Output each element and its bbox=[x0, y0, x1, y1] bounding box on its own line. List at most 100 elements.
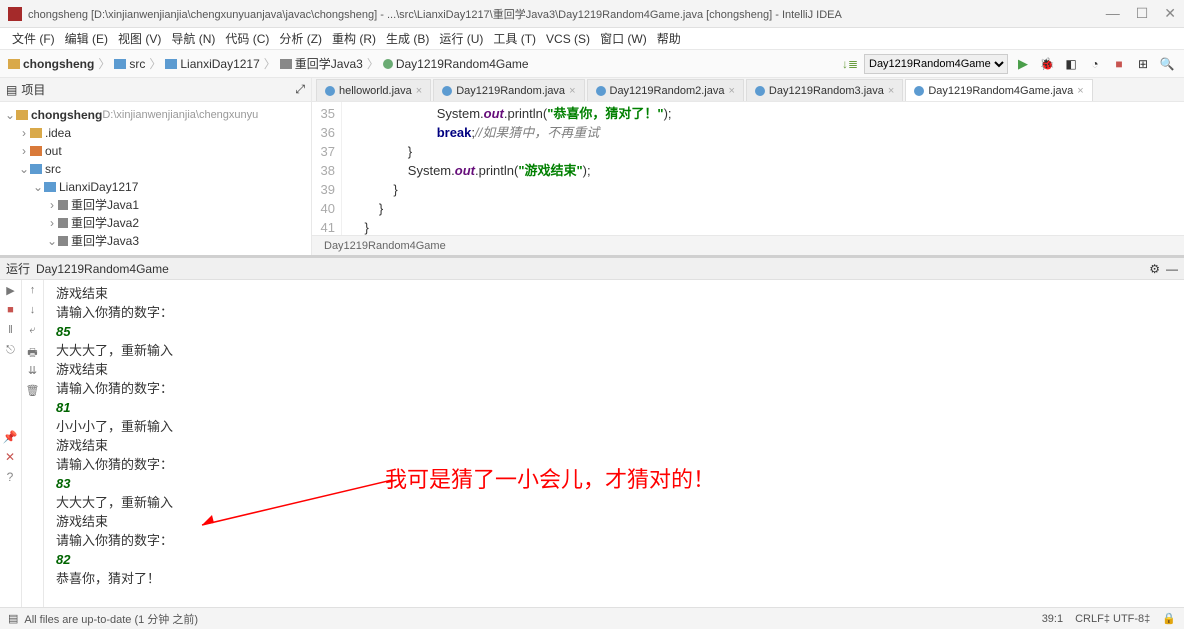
close-icon[interactable]: × bbox=[1077, 85, 1083, 97]
folder-icon bbox=[114, 59, 126, 69]
tab-random[interactable]: Day1219Random.java× bbox=[433, 79, 584, 101]
status-icon: ▤ bbox=[8, 612, 18, 625]
wrap-icon[interactable]: ⤶ bbox=[26, 324, 40, 338]
left-tool-strip: 📌 ✕ ? bbox=[0, 430, 20, 484]
crumb-pkg1[interactable]: LianxiDay1217 bbox=[180, 57, 259, 71]
close-icon[interactable]: × bbox=[569, 85, 575, 97]
folder-icon bbox=[16, 110, 28, 120]
minimize-icon[interactable]: — bbox=[1106, 5, 1120, 22]
run-panel: 运行 Day1219Random4Game ⚙ — ▶ ■ ‖ ⎋ ↑ ↓ ⤶ … bbox=[0, 255, 1184, 609]
help-icon[interactable]: ? bbox=[7, 470, 14, 484]
trash-icon[interactable]: 🗑 bbox=[26, 384, 40, 398]
close-icon[interactable]: × bbox=[888, 85, 894, 97]
class-icon bbox=[442, 86, 452, 96]
run-config-name: Day1219Random4Game bbox=[36, 262, 169, 276]
scroll-icon[interactable]: ⇊ bbox=[26, 364, 40, 378]
window-title: chongsheng [D:\xinjianwenjianjia\chengxu… bbox=[28, 6, 1106, 22]
status-bar: ▤ All files are up-to-date (1 分钟 之前) 39:… bbox=[0, 607, 1184, 629]
package-icon bbox=[58, 200, 68, 210]
package-icon bbox=[58, 236, 68, 246]
stop-icon[interactable]: ■ bbox=[4, 304, 18, 318]
console-output[interactable]: 游戏结束 请输入你猜的数字： 85 大大大了，重新输入 游戏结束 请输入你猜的数… bbox=[44, 280, 1184, 609]
class-icon bbox=[596, 86, 606, 96]
editor-tabs: helloworld.java× Day1219Random.java× Day… bbox=[312, 78, 1184, 102]
project-tab-icon: ▤ bbox=[6, 83, 17, 97]
profile-icon[interactable]: ◔ bbox=[1086, 55, 1104, 73]
menu-run[interactable]: 运行 (U) bbox=[435, 30, 487, 47]
maximize-icon[interactable]: ☐ bbox=[1136, 5, 1149, 22]
run-icon[interactable]: ▶ bbox=[1014, 55, 1032, 73]
lock-icon[interactable]: 🔒 bbox=[1162, 612, 1176, 625]
crumb-pkg2[interactable]: 重回学Java3 bbox=[295, 55, 363, 72]
folder-icon bbox=[30, 128, 42, 138]
app-icon bbox=[8, 7, 22, 21]
crumb-file[interactable]: Day1219Random4Game bbox=[396, 57, 529, 71]
class-icon bbox=[755, 86, 765, 96]
menu-analyze[interactable]: 分析 (Z) bbox=[275, 30, 326, 47]
code-editor[interactable]: 3536373839404142 System.out.println("恭喜你… bbox=[312, 102, 1184, 235]
run-config-select[interactable]: Day1219Random4Game bbox=[864, 54, 1008, 74]
menu-tools[interactable]: 工具 (T) bbox=[489, 30, 540, 47]
status-message: All files are up-to-date (1 分钟 之前) bbox=[24, 611, 198, 627]
menu-build[interactable]: 生成 (B) bbox=[382, 30, 433, 47]
crumb-project[interactable]: chongsheng bbox=[23, 57, 94, 71]
up-icon[interactable]: ↑ bbox=[26, 284, 40, 298]
structure-icon[interactable]: ⊞ bbox=[1134, 55, 1152, 73]
caret-position[interactable]: 39:1 bbox=[1042, 613, 1063, 625]
editor-pane: helloworld.java× Day1219Random.java× Day… bbox=[312, 78, 1184, 255]
exit-icon[interactable]: ⎋ bbox=[4, 344, 18, 358]
editor-breadcrumb[interactable]: Day1219Random4Game bbox=[312, 235, 1184, 255]
tab-random4game[interactable]: Day1219Random4Game.java× bbox=[905, 79, 1092, 101]
gear-icon[interactable]: ⚙ bbox=[1149, 262, 1160, 276]
rerun-icon[interactable]: ▶ bbox=[4, 284, 18, 298]
source[interactable]: System.out.println("恭喜你，猜对了！"); break;//… bbox=[342, 102, 1184, 235]
breadcrumbs: chongsheng〉 src〉 LianxiDay1217〉 重回学Java3… bbox=[8, 55, 842, 72]
tab-random2[interactable]: Day1219Random2.java× bbox=[587, 79, 744, 101]
search-icon[interactable]: 🔍 bbox=[1158, 55, 1176, 73]
pause-icon[interactable]: ‖ bbox=[4, 324, 18, 338]
title-bar: chongsheng [D:\xinjianwenjianjia\chengxu… bbox=[0, 0, 1184, 28]
project-sidebar: ▤ 项目 ⤢ ⌄chongsheng D:\xinjianwenjianjia\… bbox=[0, 78, 312, 255]
folder-icon bbox=[44, 182, 56, 192]
menu-vcs[interactable]: VCS (S) bbox=[542, 32, 594, 46]
debug-icon[interactable]: 🐞 bbox=[1038, 55, 1056, 73]
close-icon[interactable]: × bbox=[416, 85, 422, 97]
class-icon bbox=[325, 86, 335, 96]
encoding[interactable]: CRLF‡ UTF-8‡ bbox=[1075, 613, 1150, 625]
coverage-icon[interactable]: ◧ bbox=[1062, 55, 1080, 73]
tab-helloworld[interactable]: helloworld.java× bbox=[316, 79, 431, 101]
close-icon[interactable]: × bbox=[728, 85, 734, 97]
pin-icon[interactable]: 📌 bbox=[3, 430, 18, 444]
stop-icon[interactable]: ■ bbox=[1110, 55, 1128, 73]
package-icon bbox=[280, 59, 292, 69]
menu-navigate[interactable]: 导航 (N) bbox=[167, 30, 219, 47]
run-tab-label[interactable]: 运行 bbox=[6, 260, 30, 277]
folder-icon bbox=[30, 164, 42, 174]
gutter: 3536373839404142 bbox=[312, 102, 342, 235]
crumb-src[interactable]: src bbox=[129, 57, 145, 71]
menu-view[interactable]: 视图 (V) bbox=[114, 30, 165, 47]
class-icon bbox=[383, 59, 393, 69]
minimize-panel-icon[interactable]: — bbox=[1166, 262, 1178, 276]
print-icon[interactable]: 🖶 bbox=[26, 344, 40, 358]
menu-help[interactable]: 帮助 bbox=[653, 30, 685, 47]
collapse-icon[interactable]: ⤢ bbox=[295, 82, 305, 97]
menu-file[interactable]: 文件 (F) bbox=[8, 30, 59, 47]
package-icon bbox=[58, 218, 68, 228]
menu-refactor[interactable]: 重构 (R) bbox=[328, 30, 380, 47]
folder-icon bbox=[165, 59, 177, 69]
close-x-icon[interactable]: ✕ bbox=[5, 450, 15, 464]
nav-bar: chongsheng〉 src〉 LianxiDay1217〉 重回学Java3… bbox=[0, 50, 1184, 78]
project-tab-label[interactable]: 项目 bbox=[21, 81, 45, 98]
menu-edit[interactable]: 编辑 (E) bbox=[61, 30, 112, 47]
folder-icon bbox=[30, 146, 42, 156]
tab-random3[interactable]: Day1219Random3.java× bbox=[746, 79, 903, 101]
down-icon[interactable]: ↓ bbox=[26, 304, 40, 318]
project-tree[interactable]: ⌄chongsheng D:\xinjianwenjianjia\chengxu… bbox=[0, 102, 311, 255]
menu-window[interactable]: 窗口 (W) bbox=[596, 30, 651, 47]
close-icon[interactable]: ✕ bbox=[1164, 5, 1176, 22]
build-icon[interactable]: ↓≣ bbox=[842, 57, 858, 71]
run-toolbar-left2: ↑ ↓ ⤶ 🖶 ⇊ 🗑 bbox=[22, 280, 44, 609]
folder-icon bbox=[8, 59, 20, 69]
menu-code[interactable]: 代码 (C) bbox=[221, 30, 273, 47]
